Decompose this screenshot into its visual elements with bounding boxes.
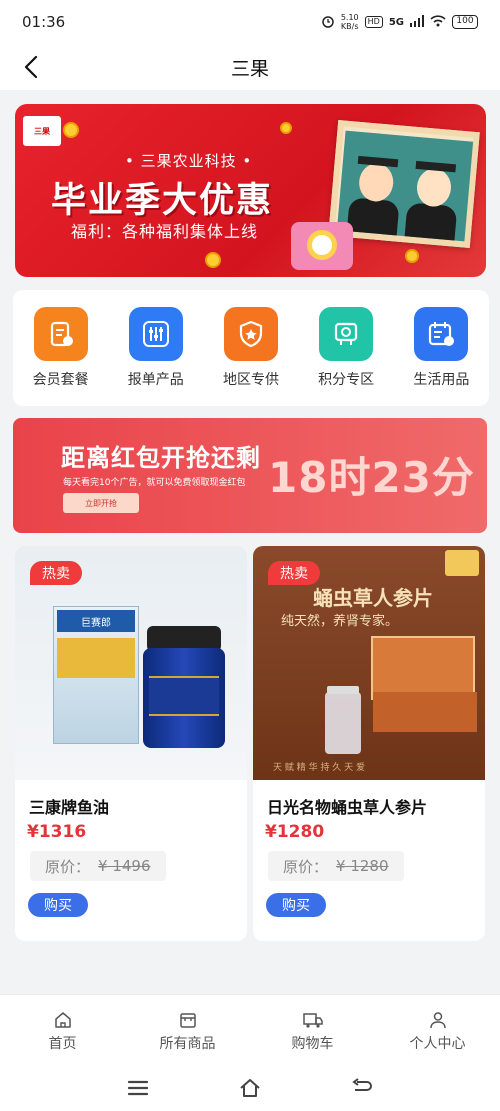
coin-decoration — [205, 252, 221, 268]
category-regional-supply[interactable]: 地区专供 — [206, 307, 296, 406]
camera-decoration — [291, 222, 353, 270]
original-price-label: 原价： — [45, 857, 91, 876]
tab-profile[interactable]: 个人中心 — [388, 995, 488, 1064]
buy-button[interactable]: 购买 — [266, 893, 326, 917]
category-points-zone[interactable]: 积分专区 — [301, 307, 391, 406]
brand-logo: 三果 — [23, 116, 61, 146]
tab-home[interactable]: 首页 — [13, 995, 113, 1064]
original-price-label: 原价： — [283, 857, 329, 876]
points-icon — [319, 307, 374, 361]
battery-indicator: 100 — [452, 15, 478, 29]
graduates-illustration — [336, 130, 474, 242]
countdown-subtitle: 每天看完10个广告，就可以免费领取现金红包 — [63, 478, 246, 488]
product-price: ¥1316 — [27, 822, 87, 842]
wifi-icon — [430, 14, 446, 30]
product-name: 三康牌鱼油 — [29, 798, 110, 817]
system-nav-bar — [0, 1064, 500, 1111]
home-icon — [54, 1012, 71, 1028]
category-daily-goods[interactable]: 生活用品 — [396, 307, 486, 406]
product-brand-label: 巨赛郎 — [57, 610, 135, 632]
category-label: 会员套餐 — [32, 372, 89, 388]
tab-all-products[interactable]: 所有商品 — [138, 995, 238, 1064]
tab-cart[interactable]: 购物车 — [263, 995, 363, 1064]
hot-badge: 热卖 — [30, 561, 82, 585]
category-label: 报单产品 — [127, 372, 184, 388]
sliders-icon — [128, 307, 183, 361]
status-bar: 01:36 5.10 KB/s HD 5G 100 — [0, 0, 500, 44]
original-price: 原价： ¥ 1280 — [268, 851, 404, 881]
store-icon — [179, 1013, 196, 1028]
buy-button[interactable]: 购买 — [28, 893, 88, 917]
nav-bar: 三果 — [0, 44, 500, 90]
category-label: 生活用品 — [413, 372, 470, 388]
home-nav-icon[interactable] — [236, 1074, 264, 1102]
network-type: 5G — [388, 16, 404, 28]
back-nav-icon[interactable] — [348, 1074, 376, 1102]
page-title: 三果 — [230, 57, 269, 80]
signal-icon — [410, 14, 424, 30]
net-speed: 5.10 KB/s — [340, 13, 359, 31]
category-label: 地区专供 — [222, 372, 279, 388]
product-name: 日光名物蛹虫草人参片 — [267, 798, 428, 817]
tab-label: 首页 — [48, 1036, 77, 1052]
category-label: 积分专区 — [318, 372, 375, 388]
original-price: 原价： ¥ 1496 — [30, 851, 166, 881]
product-image-footer: 天 赋 精 华 持 久 天 爱 — [273, 763, 366, 773]
tab-label: 购物车 — [291, 1036, 334, 1052]
status-icons: 5.10 KB/s HD 5G 100 — [321, 13, 478, 31]
hd-badge: HD — [364, 16, 383, 28]
banner-company: • 三果农业科技 • — [125, 152, 253, 170]
banner-subline: 福利：各种福利集体上线 — [71, 222, 259, 241]
back-button[interactable] — [16, 52, 46, 82]
calendar-yen-icon — [414, 307, 469, 361]
chevron-left-icon — [24, 55, 38, 79]
coin-decoration — [280, 122, 292, 134]
category-grid: 会员套餐 报单产品 地区专供 积分专区 生活用品 — [13, 290, 489, 406]
coin-decoration — [405, 249, 419, 263]
original-price-value: ¥ 1496 — [98, 857, 151, 875]
tab-label: 个人中心 — [409, 1036, 466, 1052]
person-icon — [429, 1012, 446, 1029]
shield-star-icon — [223, 307, 278, 361]
product-image-subtitle: 纯天然，养肾专家。 — [281, 614, 399, 629]
product-card[interactable]: 蛹虫草人参片 纯天然，养肾专家。 天 赋 精 华 持 久 天 爱 热卖 日光名物… — [253, 546, 485, 941]
member-package-icon — [33, 307, 88, 361]
status-time: 01:36 — [22, 13, 66, 31]
grab-now-button[interactable]: 立即开抢 — [63, 493, 139, 513]
alarm-icon — [321, 14, 335, 31]
menu-icon[interactable] — [124, 1074, 152, 1102]
bottom-tab-bar: 首页 所有商品 购物车 个人中心 — [0, 994, 500, 1064]
hot-badge: 热卖 — [268, 561, 320, 585]
category-member-package[interactable]: 会员套餐 — [16, 307, 106, 406]
countdown-title: 距离红包开抢还剩 — [61, 444, 261, 472]
countdown-time: 18时23分 — [268, 453, 475, 502]
truck-icon — [302, 1013, 323, 1028]
original-price-value: ¥ 1280 — [336, 857, 389, 875]
promo-banner[interactable]: 三果 • 三果农业科技 • 毕业季大优惠 福利：各种福利集体上线 — [15, 104, 486, 277]
product-card[interactable]: 巨赛郎 热卖 三康牌鱼油 ¥1316 原价： ¥ 1496 购买 — [15, 546, 247, 941]
product-price: ¥1280 — [265, 822, 325, 842]
red-packet-countdown[interactable]: 距离红包开抢还剩 每天看完10个广告，就可以免费领取现金红包 立即开抢 18时2… — [13, 418, 487, 533]
coin-decoration — [63, 122, 79, 138]
product-image-title: 蛹虫草人参片 — [313, 586, 433, 610]
banner-headline: 毕业季大优惠 — [51, 181, 274, 221]
tab-label: 所有商品 — [159, 1036, 216, 1052]
category-report-products[interactable]: 报单产品 — [111, 307, 201, 406]
